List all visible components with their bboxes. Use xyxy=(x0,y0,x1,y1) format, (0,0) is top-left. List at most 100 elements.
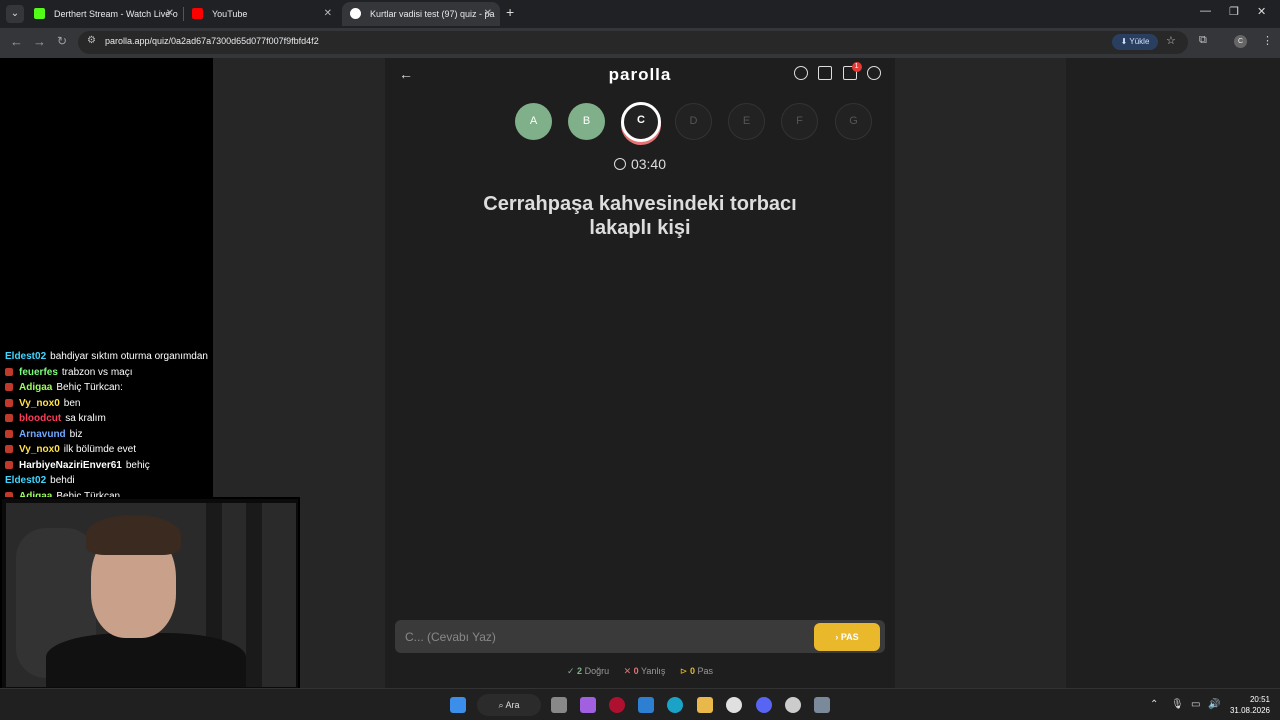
address-bar[interactable]: ⚙ parolla.app/quiz/0a2ad67a7300d65d077f0… xyxy=(78,31,1188,54)
chat-message: Arnavund biz xyxy=(0,429,230,445)
score-stats: ✓ 2 Doğru ✕ 0 Yanlış ⊳ 0 Pas xyxy=(385,666,895,677)
chat-badge-icon xyxy=(5,414,13,422)
tab-search-button[interactable]: ⌄ xyxy=(6,5,24,23)
webcam-feed xyxy=(6,503,296,687)
browser-menu-icon[interactable]: ⋮ xyxy=(1262,34,1273,47)
letter-progress: A B C D E F G xyxy=(515,102,875,143)
chat-username[interactable]: Arnavund xyxy=(19,429,66,440)
clock-icon xyxy=(613,158,626,170)
back-icon[interactable]: ← xyxy=(10,34,23,49)
chrome-icon[interactable] xyxy=(726,697,742,713)
chat-message: bloodcut sa kralım xyxy=(0,413,230,429)
streamer-hair xyxy=(86,515,181,555)
volume-icon[interactable]: 🔊 xyxy=(1208,699,1220,710)
leaderboard-icon[interactable] xyxy=(818,66,833,80)
tab-youtube[interactable]: YouTube ✕ xyxy=(184,2,340,26)
windows-start-icon[interactable] xyxy=(450,697,466,713)
close-icon[interactable]: ✕ xyxy=(324,2,332,26)
url-text: parolla.app/quiz/0a2ad67a7300d65d077f007… xyxy=(105,36,319,46)
chat-message: Eldest02 behdi xyxy=(0,475,230,491)
info-icon[interactable] xyxy=(793,66,808,80)
comments-icon[interactable]: 1 xyxy=(842,62,862,80)
chat-badge-icon xyxy=(5,398,13,407)
pass-stat: ⊳ 0 Pas xyxy=(679,666,714,676)
answer-input[interactable] xyxy=(405,627,795,647)
minimize-button[interactable]: — xyxy=(1200,5,1211,17)
avatar[interactable]: C xyxy=(1234,35,1247,48)
bookmark-star-icon[interactable]: ☆ xyxy=(1166,34,1176,47)
install-app-button[interactable]: ⬇ Yükle xyxy=(1112,34,1158,50)
app-header-icons: 1 xyxy=(788,62,881,85)
chat-username[interactable]: Eldest02 xyxy=(5,475,46,486)
chat-text: trabzon vs maçı xyxy=(61,366,133,378)
restore-button[interactable]: ❐ xyxy=(1229,5,1239,18)
chat-username[interactable]: Adigaa xyxy=(19,382,52,393)
chat-username[interactable]: bloodcut xyxy=(19,413,61,424)
tab-title: Derthert Stream - Watch Live o xyxy=(54,9,178,19)
taskbar-clock[interactable]: 20:51 31.08.2026 xyxy=(1226,694,1270,716)
check-icon: ✓ xyxy=(566,666,575,676)
forward-icon[interactable]: → xyxy=(33,34,46,49)
close-icon[interactable]: ✕ xyxy=(484,2,492,26)
tray-overflow-icon[interactable]: ⌃ xyxy=(1150,699,1158,710)
letter-b: B xyxy=(568,103,605,140)
chat-text: bahdiyar sıktım oturma organımdan xyxy=(50,351,208,362)
chat-username[interactable]: Vy_nox0 xyxy=(19,444,60,455)
pass-button[interactable]: › PAS xyxy=(814,623,880,651)
pass-label: PAS xyxy=(840,632,859,642)
browser-toolbar: ← → ↻ ⚙ parolla.app/quiz/0a2ad67a7300d65… xyxy=(0,28,1280,58)
extensions-icon[interactable]: ⧉ xyxy=(1199,34,1207,47)
search-label: Ara xyxy=(505,700,520,710)
reload-icon[interactable]: ↻ xyxy=(57,34,67,48)
obs-icon[interactable] xyxy=(785,697,801,713)
chat-message: Vy_nox0 ben xyxy=(0,398,230,414)
chat-message: Adigaa Behiç Türkcan: xyxy=(0,382,230,398)
notification-badge: 1 xyxy=(851,62,862,72)
chat-username[interactable]: feuerfes xyxy=(19,367,58,378)
close-icon[interactable]: ✕ xyxy=(166,2,174,26)
copilot-icon[interactable] xyxy=(580,697,596,713)
chat-message: Eldest02 bahdiyar sıktım oturma organımda… xyxy=(0,351,230,367)
wrong-stat: ✕ 0 Yanlış xyxy=(623,666,666,676)
letter-a: A xyxy=(515,103,552,140)
kick-icon xyxy=(34,8,45,19)
file-explorer-icon[interactable] xyxy=(697,697,713,713)
tab-title: Kurtlar vadisi test (97) quiz - pa xyxy=(370,9,495,19)
chat-badge-icon xyxy=(5,367,13,376)
microphone-icon[interactable]: 🎙 xyxy=(1171,699,1184,710)
task-view-icon[interactable] xyxy=(551,697,567,713)
letter-d: D xyxy=(675,103,712,140)
question-line: lakaplı kişi xyxy=(589,217,691,239)
page-viewport: ← parolla 1 A B C D E F G 03:40 Cerrahpa… xyxy=(0,58,1280,690)
chat-message: feuerfes trabzon vs maçı xyxy=(0,367,230,383)
taskbar-search[interactable]: ⌕ Ara xyxy=(477,694,541,716)
edge-icon[interactable] xyxy=(667,697,683,713)
letter-e: E xyxy=(728,103,765,140)
site-info-icon[interactable]: ⚙ xyxy=(87,35,96,46)
letter-g: G xyxy=(835,103,872,140)
letter-c: C xyxy=(621,102,661,142)
store-icon[interactable] xyxy=(638,697,654,713)
tab-parolla[interactable]: Kurtlar vadisi test (97) quiz - pa ✕ xyxy=(342,2,500,26)
youtube-icon xyxy=(192,8,203,19)
clock-date: 31.08.2026 xyxy=(1229,706,1270,715)
chat-text: ben xyxy=(63,397,81,409)
skip-icon: ⊳ xyxy=(679,666,688,676)
user-icon[interactable] xyxy=(867,66,881,80)
chat-username[interactable]: Eldest02 xyxy=(5,351,46,362)
tab-kick[interactable]: Derthert Stream - Watch Live o ✕ xyxy=(26,2,182,26)
timer-value: 03:40 xyxy=(630,156,667,172)
answer-bar: › PAS xyxy=(395,620,885,653)
chat-text: sa kralım xyxy=(65,413,106,424)
app-icon[interactable] xyxy=(814,697,830,713)
chat-username[interactable]: HarbiyeNaziriEnver61 xyxy=(19,460,122,471)
chat-username[interactable]: Vy_nox0 xyxy=(19,398,60,409)
discord-icon[interactable] xyxy=(756,697,772,713)
network-icon[interactable]: ▭ xyxy=(1191,699,1200,710)
close-window-button[interactable]: ✕ xyxy=(1257,5,1266,18)
app-icon[interactable] xyxy=(609,697,625,713)
browser-tab-bar: ⌄ Derthert Stream - Watch Live o ✕ YouTu… xyxy=(0,0,1280,28)
page-right-margin xyxy=(1066,58,1280,688)
taskbar: ⌕ Ara ⌃ 🎙 ▭ 🔊 20:51 31.08.2026 xyxy=(0,688,1280,720)
new-tab-button[interactable]: + xyxy=(506,4,514,20)
